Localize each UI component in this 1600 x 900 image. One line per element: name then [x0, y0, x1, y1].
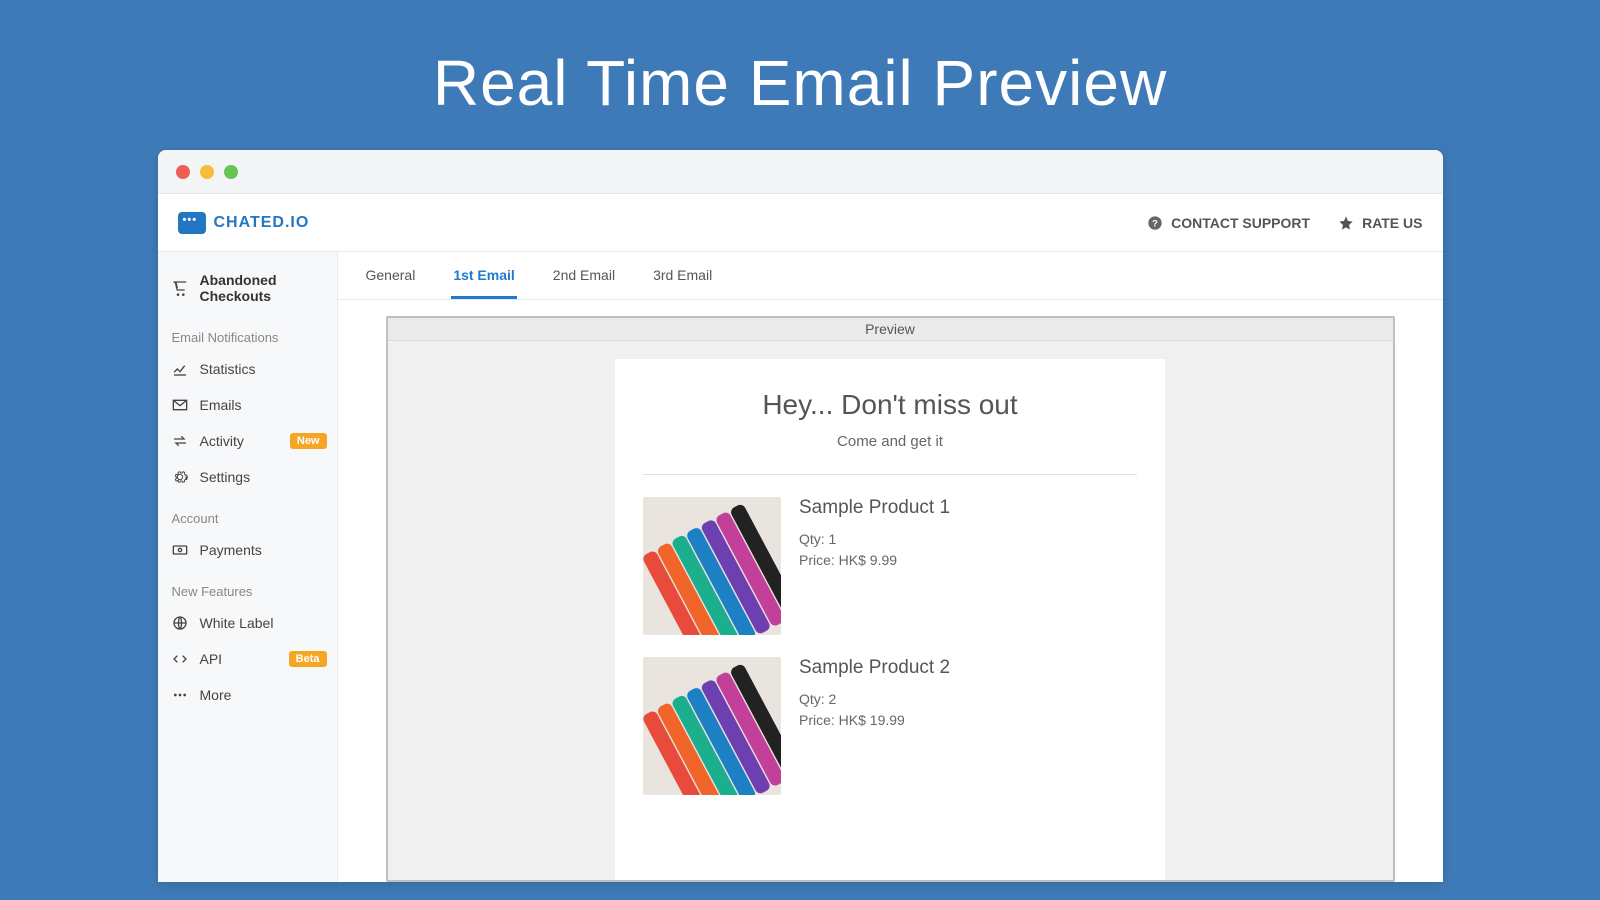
brand-name: CHATED.IO	[214, 214, 310, 232]
email-preview: Hey... Don't miss out Come and get it	[615, 359, 1165, 880]
email-headline: Hey... Don't miss out	[643, 389, 1137, 421]
sidebar-item-activity[interactable]: Activity New	[158, 423, 337, 459]
sidebar-item-abandoned-checkouts[interactable]: Abandoned Checkouts	[158, 262, 337, 314]
product-price: Price: HK$ 19.99	[799, 710, 950, 731]
product-qty: Qty: 1	[799, 529, 950, 550]
star-icon	[1338, 215, 1354, 231]
cart-icon	[172, 280, 188, 296]
ellipsis-icon	[172, 687, 188, 703]
sidebar-label: API	[200, 651, 223, 667]
preview-label: Preview	[388, 318, 1393, 341]
exchange-icon	[172, 433, 188, 449]
sidebar-item-more[interactable]: More	[158, 677, 337, 713]
window-maximize-icon[interactable]	[224, 165, 238, 179]
tabs: General 1st Email 2nd Email 3rd Email	[338, 252, 1443, 300]
preview-frame: Preview Hey... Don't miss out Come and g…	[386, 316, 1395, 882]
app-window: CHATED.IO ? CONTACT SUPPORT RATE US Aban…	[158, 150, 1443, 882]
sidebar-label: Abandoned Checkouts	[200, 272, 323, 304]
window-titlebar	[158, 150, 1443, 194]
chart-line-icon	[172, 361, 188, 377]
top-bar: CHATED.IO ? CONTACT SUPPORT RATE US	[158, 194, 1443, 252]
code-icon	[172, 651, 188, 667]
sidebar: Abandoned Checkouts Email Notifications …	[158, 252, 338, 882]
beta-badge: Beta	[289, 651, 327, 667]
sidebar-item-emails[interactable]: Emails	[158, 387, 337, 423]
money-icon	[172, 542, 188, 558]
gear-icon	[172, 469, 188, 485]
sidebar-label: White Label	[200, 615, 274, 631]
sidebar-label: Activity	[200, 433, 244, 449]
sidebar-label: Settings	[200, 469, 251, 485]
sidebar-label: Emails	[200, 397, 242, 413]
window-minimize-icon[interactable]	[200, 165, 214, 179]
sidebar-label: More	[200, 687, 232, 703]
product-image	[643, 657, 781, 795]
product-price: Price: HK$ 9.99	[799, 550, 950, 571]
envelope-icon	[172, 397, 188, 413]
product-name: Sample Product 2	[799, 657, 950, 679]
sidebar-item-payments[interactable]: Payments	[158, 532, 337, 568]
sidebar-section-new-features: New Features	[158, 568, 337, 605]
new-badge: New	[290, 433, 327, 449]
sidebar-item-settings[interactable]: Settings	[158, 459, 337, 495]
sidebar-item-white-label[interactable]: White Label	[158, 605, 337, 641]
chat-bubble-icon	[178, 212, 206, 234]
product-name: Sample Product 1	[799, 497, 950, 519]
tab-general[interactable]: General	[364, 253, 418, 299]
hero-title: Real Time Email Preview	[0, 0, 1600, 150]
sidebar-label: Statistics	[200, 361, 256, 377]
contact-support-label: CONTACT SUPPORT	[1171, 215, 1310, 231]
rate-us-link[interactable]: RATE US	[1338, 215, 1422, 231]
main-content: General 1st Email 2nd Email 3rd Email Pr…	[338, 252, 1443, 882]
svg-text:?: ?	[1152, 218, 1158, 228]
brand-logo[interactable]: CHATED.IO	[178, 212, 310, 234]
sidebar-item-statistics[interactable]: Statistics	[158, 351, 337, 387]
sidebar-section-email: Email Notifications	[158, 314, 337, 351]
window-close-icon[interactable]	[176, 165, 190, 179]
tab-2nd-email[interactable]: 2nd Email	[551, 253, 617, 299]
tab-3rd-email[interactable]: 3rd Email	[651, 253, 714, 299]
sidebar-item-api[interactable]: API Beta	[158, 641, 337, 677]
sidebar-label: Payments	[200, 542, 262, 558]
tab-1st-email[interactable]: 1st Email	[451, 253, 516, 299]
globe-icon	[172, 615, 188, 631]
product-image	[643, 497, 781, 635]
contact-support-link[interactable]: ? CONTACT SUPPORT	[1147, 215, 1310, 231]
product-qty: Qty: 2	[799, 689, 950, 710]
email-tagline: Come and get it	[643, 433, 1137, 450]
product-row: Sample Product 2 Qty: 2 Price: HK$ 19.99	[643, 657, 1137, 795]
help-icon: ?	[1147, 215, 1163, 231]
product-row: Sample Product 1 Qty: 1 Price: HK$ 9.99	[643, 497, 1137, 635]
rate-us-label: RATE US	[1362, 215, 1422, 231]
sidebar-section-account: Account	[158, 495, 337, 532]
divider	[643, 474, 1137, 475]
